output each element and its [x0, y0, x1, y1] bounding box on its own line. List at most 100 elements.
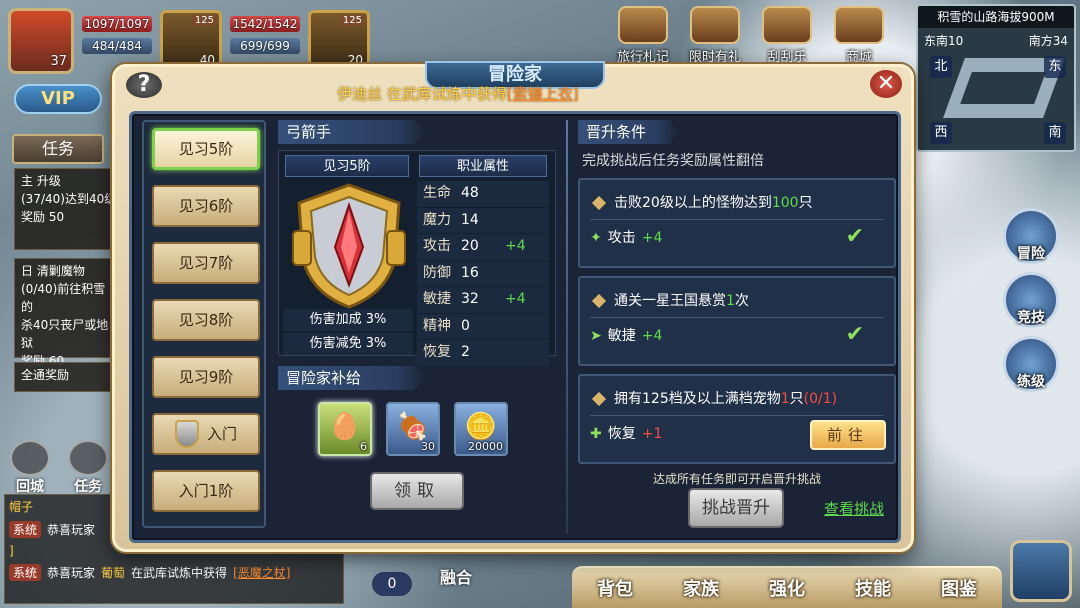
attr-name: 攻击: [423, 238, 451, 254]
damage-stats: 伤害加成 3% 伤害减免 3%: [283, 309, 413, 357]
all-clear-reward[interactable]: 全通奖励: [14, 362, 124, 392]
item-count: 20000: [468, 440, 503, 453]
rank-item-apprentice-6[interactable]: 见习6阶: [152, 185, 260, 227]
attr-row-mp: 魔力 14: [417, 207, 549, 233]
castle-icon: [10, 440, 50, 476]
supply-items: 🥚 6 🍖 30 🪙 20000: [278, 402, 556, 456]
coord-south: 南方34: [1028, 34, 1068, 48]
challenge-promotion-button[interactable]: 挑战晋升: [688, 488, 784, 528]
compass-west: 西: [930, 122, 952, 144]
task-shortcut-button[interactable]: 任务: [66, 440, 110, 496]
rank-item-apprentice-9[interactable]: 见习9阶: [152, 356, 260, 398]
chat-text: 在武库试炼中获得: [131, 566, 228, 580]
counter-badge: 0: [372, 572, 412, 596]
rank-item-apprentice-7[interactable]: 见习7阶: [152, 242, 260, 284]
rank-emblem-icon: [291, 181, 407, 311]
enhance-button[interactable]: 强化: [769, 575, 805, 601]
rank-item-apprentice-8[interactable]: 见习8阶: [152, 299, 260, 341]
codex-button[interactable]: 图鉴: [941, 575, 977, 601]
top-icon-shop[interactable]: 商城: [828, 6, 890, 65]
pet1-portrait[interactable]: 125 40: [160, 10, 222, 72]
quest-daily[interactable]: 日 清剿魔物 (0/40)前往积雪的 杀40只丧尸或地狱 奖励 60: [14, 258, 124, 368]
quest-tag: 日: [21, 264, 34, 278]
training-button[interactable]: 练级: [1003, 336, 1059, 392]
coord-east: 东南10: [924, 34, 964, 48]
rank-label: 见习9阶: [178, 368, 234, 386]
top-icon-journal[interactable]: 旅行札记: [612, 6, 674, 65]
claim-button[interactable]: 领取: [370, 472, 464, 510]
rank-item-beginner-1[interactable]: 入门1阶: [152, 470, 260, 512]
return-town-button[interactable]: 回城: [8, 440, 52, 496]
quest-main[interactable]: 主 升级 (37/40)达到40级 奖励 50: [14, 168, 124, 250]
skills-button[interactable]: 技能: [855, 575, 891, 601]
attack-icon: ✦: [590, 230, 602, 246]
attr-value: 2: [461, 344, 470, 360]
chat-item-link[interactable]: [恶魔之杖]: [233, 564, 290, 581]
class-name-header: 弓箭手: [278, 120, 426, 144]
attr-bonus: +4: [505, 238, 526, 254]
merge-button[interactable]: 融合: [440, 564, 472, 588]
scratch-card-icon: [762, 6, 812, 44]
quest-tag: 主: [21, 174, 34, 188]
marquee-item-link[interactable]: [索镰上衣]: [507, 85, 579, 103]
rank-item-apprentice-5[interactable]: 见习5阶: [152, 128, 260, 170]
attr-row-spirit: 精神 0: [417, 313, 549, 339]
shop-icon: [834, 6, 884, 44]
attr-value: 20: [461, 238, 479, 254]
arena-button[interactable]: 竞技: [1003, 272, 1059, 328]
quill-icon: [68, 440, 108, 476]
chat-text: 恭喜玩家: [47, 566, 96, 580]
pet2-portrait[interactable]: 125 20: [308, 10, 370, 72]
badge-title: 见习5阶: [285, 155, 409, 177]
condition-text: 通关一星王国悬赏1次: [614, 292, 749, 309]
rank-item-beginner[interactable]: 入门: [152, 413, 260, 455]
rank-label: 入门: [206, 425, 237, 443]
player-portrait[interactable]: 37: [8, 8, 74, 74]
chat-player[interactable]: 葡萄: [101, 564, 125, 581]
family-button[interactable]: 家族: [683, 575, 719, 601]
button-label: 任务: [74, 479, 102, 495]
chat-text: 恭喜玩家: [47, 523, 96, 537]
meat-icon: 🍖: [396, 412, 430, 442]
top-icon-scratch[interactable]: 刮刮乐: [756, 6, 818, 65]
condition-card-1: 击败20级以上的怪物达到100只 ✦ 攻击 +4 ✔: [578, 178, 896, 268]
attr-name: 敏捷: [423, 291, 451, 307]
right-side-buttons: 冒险 竞技 练级: [996, 200, 1066, 392]
diamond-icon: [591, 293, 607, 308]
class-panel: 弓箭手 见习5阶 职业属性 伤害加成 3% 伤害减免 3% 生命 48 魔力 1…: [278, 120, 556, 528]
attr-row-attack: 攻击 20 +4: [417, 234, 549, 260]
supply-coin[interactable]: 🪙 20000: [454, 402, 508, 456]
supply-header: 冒险家补给: [278, 366, 426, 390]
panel-divider: [566, 120, 568, 534]
check-icon: ✔: [845, 322, 864, 347]
top-icon-label: 旅行札记: [616, 50, 669, 65]
view-challenge-link[interactable]: 查看挑战: [824, 498, 884, 519]
diamond-icon: [591, 195, 607, 210]
task-tab[interactable]: 任务: [12, 134, 104, 164]
goto-button[interactable]: 前往: [810, 420, 886, 450]
minimap[interactable]: 积雪的山路海拔900M 东南10 南方34 北 东 西 南: [916, 4, 1076, 152]
promotion-panel: 晋升条件 完成挑战后任务奖励属性翻倍 击败20级以上的怪物达到100只 ✦ 攻击 +…: [578, 120, 896, 528]
reward-name: 恢复: [607, 426, 636, 442]
close-button[interactable]: ✕: [867, 67, 905, 101]
quest-title: 升级: [36, 174, 61, 188]
minimap-coords: 东南10 南方34: [924, 32, 1068, 49]
vip-button[interactable]: VIP: [14, 84, 102, 114]
adventure-button[interactable]: 冒险: [1003, 208, 1059, 264]
announcement-marquee: 伊迪丝 在武库试炼中获得[索镰上衣]: [337, 83, 579, 104]
attr-title: 职业属性: [419, 155, 547, 177]
top-icon-label: 刮刮乐: [767, 50, 807, 65]
attr-value: 14: [461, 211, 479, 228]
recovery-icon: ✚: [590, 426, 602, 442]
supply-meat[interactable]: 🍖 30: [386, 402, 440, 456]
attr-name: 防御: [423, 264, 451, 281]
reward-name: 敏捷: [607, 328, 636, 344]
bag-button[interactable]: 背包: [597, 575, 633, 601]
attr-row-defense: 防御 16: [417, 260, 549, 286]
top-icon-gift[interactable]: 限时有礼: [684, 6, 746, 65]
top-icon-label: 商城: [845, 50, 872, 65]
attr-name: 生命: [423, 185, 451, 201]
help-button[interactable]: ?: [123, 69, 165, 101]
settings-corner-button[interactable]: [1010, 540, 1072, 602]
supply-egg[interactable]: 🥚 6: [318, 402, 372, 456]
